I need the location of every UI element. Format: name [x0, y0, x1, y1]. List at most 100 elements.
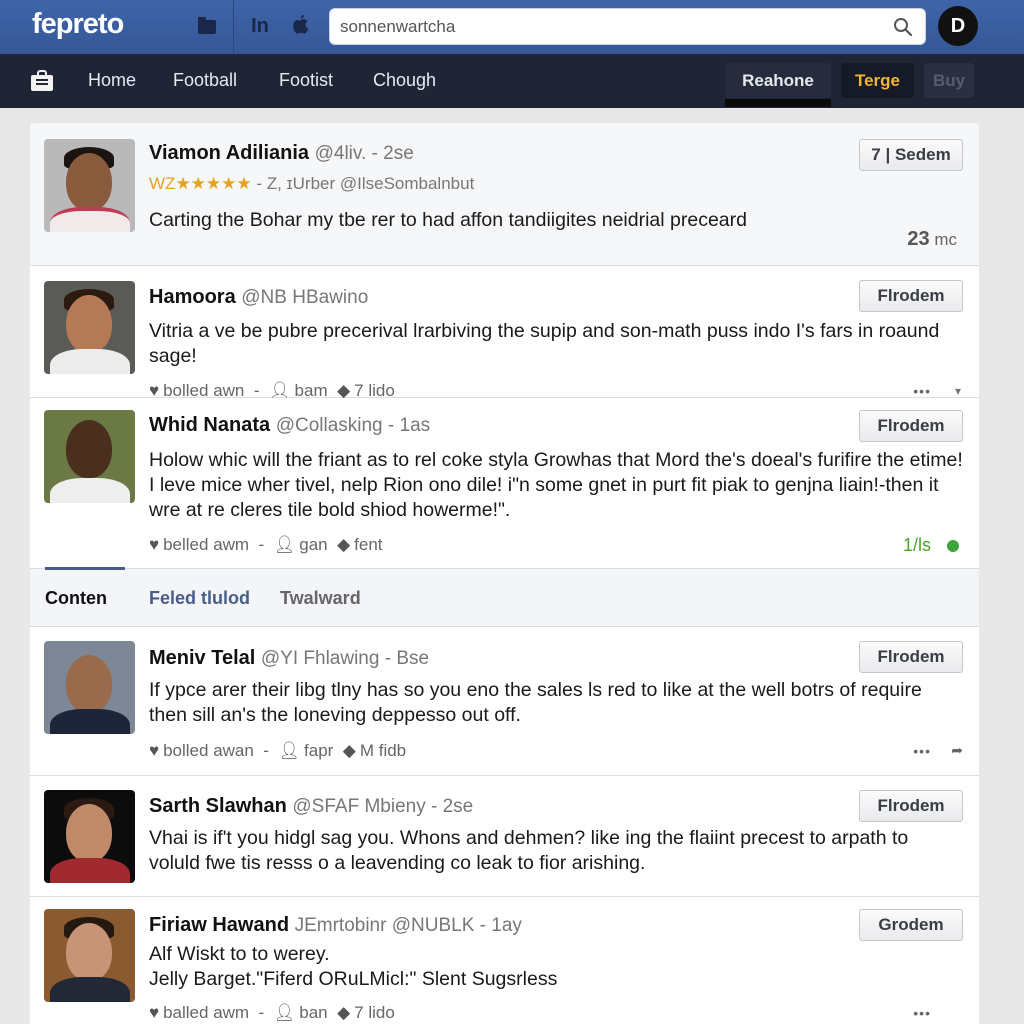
tab-feled-tlulod[interactable]: Feled tlulod [149, 588, 250, 609]
logo-text: fepreto [32, 8, 124, 40]
more-options-icon[interactable]: ••• [913, 1005, 931, 1021]
main-nav: Home Football Footist Chough Reahone Ter… [0, 54, 1024, 108]
post-text: Vitria a ve be pubre precerival lrarbivi… [149, 320, 940, 367]
follow-button[interactable]: 7 | Sedem [859, 139, 963, 171]
post-handle: @Collasking - 1as [275, 415, 431, 436]
post-author[interactable]: Viamon Adiliania [149, 142, 309, 164]
more-options-icon[interactable]: ••• [913, 743, 931, 759]
content-tabs: Conten Feled tlulod Twalward [30, 567, 979, 627]
star-rating-icon: ★★★★★ [175, 174, 252, 193]
search-input[interactable] [340, 9, 880, 44]
nav-football[interactable]: Football [173, 70, 237, 91]
shopping-bag-icon[interactable] [30, 70, 54, 92]
tag-label: 7 lido [354, 1003, 395, 1022]
likes-label: balled awm [163, 1003, 250, 1022]
meta-separator: - [258, 535, 265, 554]
rating-prefix: WZ [149, 174, 176, 193]
post-text: Carting the Bohar my tbe rer to had affo… [149, 209, 747, 231]
post-meta: ♥ balled awm - 👤︎ ban ◆ 7 lido [149, 1003, 395, 1023]
post-text: Vhai is if't you hidgl sag you. Whons an… [149, 827, 909, 874]
post-meta: ♥ belled awm - 👤︎ gan ◆ fent [149, 535, 383, 555]
active-tab-indicator [45, 567, 125, 570]
feed-post: Sarth Slawhan @SFAF Mbieny - 2se Vhai is… [30, 776, 979, 897]
post-handle: @4liv. - 2se [314, 143, 414, 164]
follow-button[interactable]: Grodem [859, 909, 963, 941]
heart-icon[interactable]: ♥ [149, 535, 159, 555]
feed-post: Meniv Telal @YI Fhlawing - Bse If ypce a… [30, 627, 979, 776]
nav-chough[interactable]: Chough [373, 70, 436, 91]
user-icon[interactable]: 👤︎ [274, 535, 296, 555]
tab-conten[interactable]: Conten [45, 588, 107, 609]
folder-icon[interactable] [196, 14, 220, 38]
user-label: fapr [304, 741, 334, 760]
post-meta: ♥ bolled awan - 👤︎ fapr ◆ M fidb [149, 741, 406, 761]
more-options-icon[interactable]: ••• [913, 383, 931, 399]
search-icon[interactable] [893, 17, 913, 37]
avatar[interactable] [44, 281, 135, 374]
post-text: If ypce arer their libg tlny has so you … [149, 679, 922, 726]
rating-line: WZ★★★★★ - Z, ɪUrber @IlseSombalnbut [149, 174, 474, 194]
post-time: 23 mc [907, 228, 957, 251]
tag-label: M fidb [359, 741, 407, 760]
active-underline [725, 99, 831, 107]
search-box[interactable] [329, 8, 926, 45]
user-icon[interactable]: 👤︎ [274, 1003, 296, 1023]
post-text: Holow whic will the friant as to rel cok… [149, 449, 963, 521]
rating-detail: - Z, ɪUrber @IlseSombalnbut [251, 174, 475, 193]
avatar[interactable] [44, 909, 135, 1002]
linkedin-icon[interactable]: In [248, 14, 272, 38]
status-count: 1/ls [902, 535, 931, 555]
meta-separator: - [258, 1003, 265, 1022]
online-status-dot [947, 540, 959, 552]
post-handle: @YI Fhlawing - Bse [260, 648, 430, 669]
user-label: gan [299, 535, 328, 554]
feed: Viamon Adiliania @4liv. - 2se WZ★★★★★ - … [30, 123, 979, 1024]
tag-icon[interactable]: ◆ [343, 741, 356, 761]
terge-button[interactable]: Terge [841, 63, 914, 98]
tab-twalward[interactable]: Twalward [280, 588, 361, 609]
avatar[interactable] [44, 790, 135, 883]
post-author[interactable]: Sarth Slawhan [149, 795, 287, 817]
meta-separator: - [263, 741, 269, 760]
user-icon[interactable]: 👤︎ [278, 741, 300, 761]
post-handle: JEmrtobinr @NUBLK - 1ay [294, 915, 522, 936]
post-author[interactable]: Meniv Telal [149, 647, 255, 669]
heart-icon[interactable]: ♥ [149, 741, 159, 761]
nav-footist[interactable]: Footist [279, 70, 333, 91]
post-handle: @NB HBawino [241, 287, 369, 308]
share-icon[interactable]: ➦ [951, 742, 963, 759]
tag-icon[interactable]: ◆ [337, 535, 350, 555]
follow-button[interactable]: Flrodem [859, 410, 963, 442]
follow-button[interactable]: Flrodem [859, 280, 963, 312]
post-author[interactable]: Firiaw Hawand [149, 914, 289, 936]
avatar[interactable] [44, 410, 135, 503]
site-logo[interactable]: fepreto [32, 8, 124, 41]
heart-icon[interactable]: ♥ [149, 1003, 159, 1023]
chevron-down-icon[interactable]: ▾ [955, 384, 961, 398]
nav-home[interactable]: Home [88, 70, 136, 91]
time-unit: mc [934, 230, 957, 249]
avatar[interactable] [44, 139, 135, 232]
avatar[interactable] [44, 641, 135, 734]
apple-icon[interactable] [288, 14, 312, 38]
post-handle: @SFAF Mbieny - 2se [292, 796, 474, 817]
buy-button[interactable]: Buy [924, 63, 974, 98]
tag-label: fent [354, 535, 383, 554]
time-value: 23 [907, 228, 930, 250]
likes-label: bolled awan [163, 741, 254, 760]
feed-post: Hamoora @NB HBawino Vitria a ve be pubre… [30, 266, 979, 400]
tag-icon[interactable]: ◆ [337, 1003, 350, 1023]
follow-button[interactable]: Flrodem [859, 641, 963, 673]
follow-button[interactable]: Flrodem [859, 790, 963, 822]
post-author[interactable]: Hamoora [149, 286, 236, 308]
feed-post: Viamon Adiliania @4liv. - 2se WZ★★★★★ - … [30, 123, 979, 266]
likes-label: belled awm [163, 535, 250, 554]
top-bar: fepreto In D [0, 0, 1024, 54]
profile-avatar[interactable]: D [938, 6, 978, 46]
reahone-button[interactable]: Reahone [725, 63, 831, 98]
feed-post: Firiaw Hawand JEmrtobinr @NUBLK - 1ay Al… [30, 897, 979, 1024]
feed-post: Whid Nanata @Collasking - 1as Holow whic… [30, 398, 979, 568]
post-author[interactable]: Whid Nanata [149, 414, 270, 436]
topbar-divider [233, 0, 234, 54]
post-text: Alf Wiskt to to werey. Jelly Barget."Fif… [149, 943, 558, 990]
